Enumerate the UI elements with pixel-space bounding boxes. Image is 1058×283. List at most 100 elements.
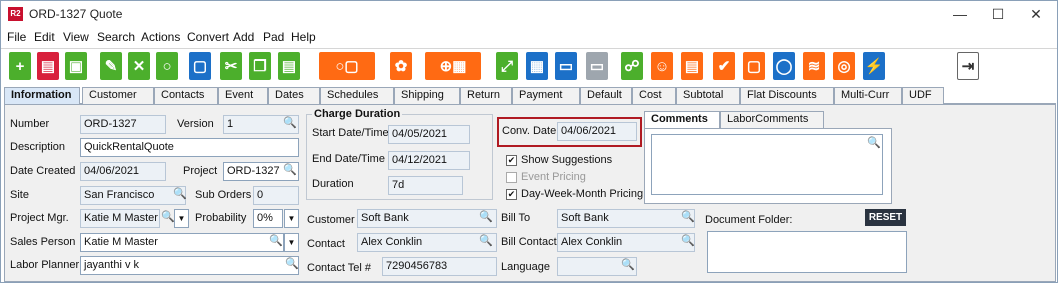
save-icon[interactable]: ▣ — [65, 52, 87, 80]
tab-dates[interactable]: Dates — [268, 87, 320, 104]
language-search-icon[interactable]: 🔍 — [621, 258, 635, 271]
calendar-icon[interactable]: ▭ — [586, 52, 608, 80]
version-search-icon[interactable]: 🔍 — [283, 116, 297, 129]
project-label: Project — [183, 165, 218, 177]
new-document-icon[interactable]: + — [9, 52, 31, 80]
close-button[interactable]: ✕ — [1021, 3, 1051, 25]
bill-contact-field[interactable]: Alex Conklin — [557, 233, 695, 252]
edit-icon[interactable]: ✎ — [100, 52, 122, 80]
clipboard-icon[interactable]: ▢ — [743, 52, 765, 80]
labor-planner-field[interactable]: jayanthi v k — [80, 256, 299, 275]
probability-dropdown-icon[interactable]: ▼ — [284, 209, 299, 228]
probability-field[interactable]: 0% — [253, 209, 283, 228]
contact-tel-label: Contact Tel # — [307, 262, 372, 274]
description-field[interactable]: QuickRentalQuote — [80, 138, 299, 157]
tab-return[interactable]: Return — [460, 87, 512, 104]
comments-search-icon[interactable]: 🔍 — [867, 136, 881, 149]
sub-orders-label: Sub Orders — [195, 189, 252, 201]
bill-contact-search-icon[interactable]: 🔍 — [681, 234, 695, 247]
project-mgr-search-icon[interactable]: 🔍 — [161, 210, 175, 223]
menu-edit[interactable]: Edit — [34, 30, 55, 44]
contact-field[interactable]: Alex Conklin — [357, 233, 497, 252]
duplicate-icon[interactable]: ❐ — [249, 52, 271, 80]
tab-schedules[interactable]: Schedules — [320, 87, 394, 104]
site-search-icon[interactable]: 🔍 — [173, 187, 187, 200]
bill-contact-label: Bill Contact — [501, 236, 557, 248]
menu-convert[interactable]: Convert — [187, 30, 229, 44]
smiley-icon[interactable]: ☺ — [651, 52, 673, 80]
tab-labor-comments[interactable]: LaborComments — [720, 111, 824, 128]
tab-shipping[interactable]: Shipping — [394, 87, 460, 104]
minimize-button[interactable]: — — [945, 3, 975, 25]
copy-icon[interactable]: ▢ — [189, 52, 211, 80]
start-datetime-field[interactable]: 04/05/2021 — [388, 125, 470, 144]
sales-person-field[interactable]: Katie M Master — [80, 233, 284, 252]
coins-icon[interactable]: ≋ — [803, 52, 825, 80]
menu-search[interactable]: Search — [97, 30, 135, 44]
show-suggestions-checkbox[interactable]: ✔ — [506, 155, 517, 166]
tab-contacts[interactable]: Contacts — [154, 87, 218, 104]
safe-icon[interactable]: ◎ — [833, 52, 855, 80]
dwm-pricing-checkbox[interactable]: ✔ — [506, 189, 517, 200]
tab-cost[interactable]: Cost — [632, 87, 676, 104]
menu-file[interactable]: File — [7, 30, 26, 44]
document-folder-box[interactable] — [707, 231, 907, 273]
labor-planner-search-icon[interactable]: 🔍 — [285, 257, 299, 270]
project-mgr-field[interactable]: Katie M Master — [80, 209, 160, 228]
tab-multi-curr[interactable]: Multi-Curr — [834, 87, 902, 104]
menu-help[interactable]: Help — [291, 30, 316, 44]
tab-udf[interactable]: UDF — [902, 87, 944, 104]
hierarchy-icon[interactable]: ☍ — [621, 52, 643, 80]
cut-icon[interactable]: ✂ — [220, 52, 242, 80]
contact-search-icon[interactable]: 🔍 — [479, 234, 493, 247]
paste-icon[interactable]: ▤ — [278, 52, 300, 80]
comments-textarea[interactable] — [651, 134, 883, 195]
project-mgr-label: Project Mgr. — [10, 212, 69, 224]
chat-icon[interactable]: ◯ — [773, 52, 795, 80]
exit-icon[interactable]: ⇥ — [957, 52, 979, 80]
menu-pad[interactable]: Pad — [263, 30, 284, 44]
tab-customer[interactable]: Customer — [82, 87, 154, 104]
event-pricing-checkbox[interactable] — [506, 172, 517, 183]
start-datetime-label: Start Date/Time — [312, 127, 389, 139]
lightning-icon[interactable]: ⚡ — [863, 52, 885, 80]
print-icon[interactable]: ▤ — [37, 52, 59, 80]
tab-event[interactable]: Event — [218, 87, 268, 104]
add-to-cart-icon[interactable]: ⊕▦ — [425, 52, 481, 80]
tab-payment[interactable]: Payment — [512, 87, 580, 104]
menu-add[interactable]: Add — [233, 30, 254, 44]
tab-subtotal[interactable]: Subtotal — [676, 87, 740, 104]
customer-field[interactable]: Soft Bank — [357, 209, 497, 228]
bill-to-field[interactable]: Soft Bank — [557, 209, 695, 228]
structure-icon[interactable]: ▦ — [526, 52, 548, 80]
contact-label: Contact — [307, 238, 345, 250]
bundle-icon[interactable]: ✿ — [390, 52, 412, 80]
maximize-button[interactable]: ☐ — [983, 3, 1013, 25]
message-icon[interactable]: ▭ — [555, 52, 577, 80]
delete-icon[interactable]: ✕ — [128, 52, 150, 80]
reset-button[interactable]: RESET — [865, 209, 906, 226]
tab-flat-discounts[interactable]: Flat Discounts — [740, 87, 834, 104]
duration-label: Duration — [312, 178, 354, 190]
tab-comments[interactable]: Comments — [644, 111, 720, 128]
find-icon[interactable]: ○ — [156, 52, 178, 80]
sales-person-label: Sales Person — [10, 236, 76, 248]
tab-default[interactable]: Default — [580, 87, 632, 104]
end-datetime-field[interactable]: 04/12/2021 — [388, 151, 470, 170]
tab-information[interactable]: Information — [4, 87, 80, 105]
note-icon[interactable]: ✔ — [713, 52, 735, 80]
expand-icon[interactable]: ⤢ — [496, 52, 518, 80]
project-mgr-dropdown-icon[interactable]: ▼ — [174, 209, 189, 228]
search-product-icon[interactable]: ○▢ — [319, 52, 375, 80]
bill-to-search-icon[interactable]: 🔍 — [681, 210, 695, 223]
scroll-icon[interactable]: ▤ — [681, 52, 703, 80]
sales-person-dropdown-icon[interactable]: ▼ — [284, 233, 299, 252]
site-field[interactable]: San Francisco — [80, 186, 186, 205]
project-search-icon[interactable]: 🔍 — [283, 163, 297, 176]
customer-search-icon[interactable]: 🔍 — [479, 210, 493, 223]
menu-view[interactable]: View — [63, 30, 89, 44]
menu-actions[interactable]: Actions — [141, 30, 180, 44]
sales-person-search-icon[interactable]: 🔍 — [269, 234, 283, 247]
contact-tel-field[interactable]: 7290456783 — [382, 257, 497, 276]
event-pricing-label: Event Pricing — [521, 171, 586, 183]
